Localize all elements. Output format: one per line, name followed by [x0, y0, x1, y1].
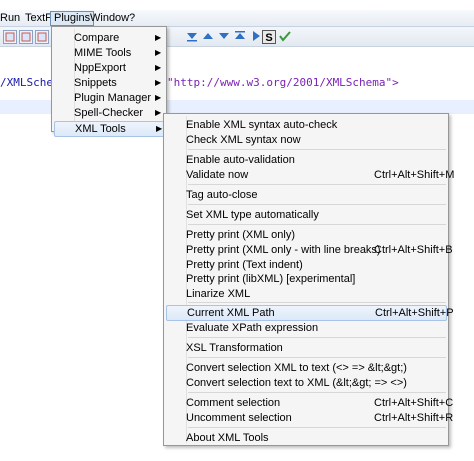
submenu-arrow-icon: ▶ — [156, 124, 163, 133]
menu-item-label: NppExport — [74, 62, 126, 74]
record-macro-icon — [21, 32, 31, 42]
menu-item-label: Convert selection XML to text (<> => &lt… — [186, 362, 407, 374]
menu-item-label: XML Tools — [75, 123, 126, 135]
menu-separator — [188, 357, 446, 358]
menu-item-label: Evaluate XPath expression — [186, 322, 319, 334]
menu-item-label: Enable auto-validation — [186, 154, 295, 166]
xml-tools-menu-item[interactable]: Pretty print (libXML) [experimental] — [166, 271, 447, 287]
menu-item-label: Pretty print (libXML) [experimental] — [186, 273, 356, 285]
app-window: Run TextFX Plugins Window ? S /XMLSchema… — [0, 0, 474, 461]
menu-item-label: Pretty print (XML only - with line break… — [186, 244, 381, 256]
toolbar-button-3[interactable] — [35, 30, 49, 44]
menu-item-label: Validate now — [186, 169, 249, 181]
menu-item-shortcut: Ctrl+Alt+Shift+M — [374, 169, 455, 181]
arrow-down-icon[interactable] — [217, 30, 231, 44]
forward-icon[interactable] — [249, 30, 263, 44]
menu-item-shortcut: Ctrl+Alt+Shift+R — [374, 412, 454, 424]
menubar: Run TextFX Plugins Window ? — [0, 10, 474, 27]
plugins-menu-item[interactable]: Spell-Checker ▶ — [54, 105, 165, 121]
plugins-menu-item[interactable]: Snippets ▶ — [54, 75, 165, 91]
plugins-menu: Compare ▶ MIME Tools ▶ NppExport ▶ Snippets ▶ Pl… — [51, 26, 167, 137]
xml-tools-menu-item[interactable]: Pretty print (XML only) — [166, 227, 447, 243]
xml-tools-menu-item[interactable]: Evaluate XPath expression — [166, 320, 447, 336]
menu-item-label: Compare — [74, 32, 120, 44]
menu-run[interactable]: Run — [0, 11, 23, 26]
xml-tools-menu-item[interactable]: Uncomment selection Ctrl+Alt+Shift+R — [166, 410, 453, 426]
expand-icon[interactable] — [233, 30, 247, 44]
menu-item-label: XSL Transformation — [186, 342, 283, 354]
menu-item-shortcut: Ctrl+Alt+Shift+B — [374, 244, 453, 256]
menu-item-shortcut: Ctrl+Alt+Shift+P — [375, 307, 454, 319]
submenu-arrow-icon: ▶ — [155, 33, 162, 42]
editor-attribute-value: "http://www.w3.org/2001/XMLSchema"> — [167, 76, 399, 89]
xml-tools-menu-item[interactable]: Convert selection text to XML (&lt;&gt; … — [166, 375, 447, 391]
menu-item-label: MIME Tools — [74, 47, 132, 59]
xml-tools-menu-item[interactable]: Tag auto-close — [166, 187, 447, 203]
plugins-menu-item[interactable]: Plugin Manager ▶ — [54, 90, 165, 106]
menu-item-label: Linarize XML — [186, 288, 251, 300]
submenu-arrow-icon: ▶ — [155, 78, 162, 87]
record-macro-icon — [5, 32, 15, 42]
menu-separator — [188, 204, 446, 205]
menu-item-label: Enable XML syntax auto-check — [186, 119, 338, 131]
xml-tools-menu: Enable XML syntax auto-check Check XML sy… — [163, 113, 454, 446]
xml-tools-menu-item[interactable]: Set XML type automatically — [166, 207, 447, 223]
spell-check-button[interactable]: S — [262, 30, 276, 44]
editor-line-right[interactable]: "http://www.w3.org/2001/XMLSchema"> — [167, 76, 399, 90]
submenu-arrow-icon: ▶ — [155, 108, 162, 117]
xml-tools-menu-item[interactable]: Validate now Ctrl+Alt+Shift+M — [166, 167, 454, 183]
xml-tools-menu-item[interactable]: Pretty print (XML only - with line break… — [166, 242, 453, 258]
menu-item-label: Convert selection text to XML (&lt;&gt; … — [186, 377, 407, 389]
xml-tools-menu-item[interactable]: Linarize XML — [166, 286, 447, 302]
submenu-arrow-icon: ▶ — [155, 63, 162, 72]
xml-tools-menu-item[interactable]: Enable auto-validation — [166, 152, 447, 168]
menu-separator — [188, 149, 446, 150]
menu-item-shortcut: Ctrl+Alt+Shift+C — [374, 397, 454, 409]
xml-tools-menu-item[interactable]: Convert selection XML to text (<> => &lt… — [166, 360, 447, 376]
xml-tools-menu-item[interactable]: Current XML Path Ctrl+Alt+Shift+P — [166, 305, 454, 321]
plugins-menu-item[interactable]: XML Tools ▶ — [54, 121, 165, 137]
menu-separator — [188, 224, 446, 225]
menu-item-label: Check XML syntax now — [186, 134, 301, 146]
collapse-icon[interactable] — [185, 30, 199, 44]
submenu-arrow-icon: ▶ — [155, 93, 162, 102]
menu-item-label: Tag auto-close — [186, 189, 258, 201]
xml-tools-menu-item[interactable]: Check XML syntax now — [166, 132, 447, 148]
check-icon[interactable] — [278, 30, 292, 44]
toolbar-button-2[interactable] — [19, 30, 33, 44]
menu-item-label: Spell-Checker — [74, 107, 144, 119]
menu-separator — [188, 427, 446, 428]
menu-item-label: Comment selection — [186, 397, 281, 409]
submenu-arrow-icon: ▶ — [155, 48, 162, 57]
arrow-up-icon[interactable] — [201, 30, 215, 44]
plugins-menu-item[interactable]: Compare ▶ — [54, 30, 165, 46]
menu-item-label: Current XML Path — [187, 307, 275, 319]
menu-item-label: About XML Tools — [186, 432, 269, 444]
xml-tools-menu-item[interactable]: Comment selection Ctrl+Alt+Shift+C — [166, 395, 453, 411]
menu-separator — [188, 302, 446, 303]
playback-macro-icon — [37, 32, 47, 42]
menu-item-label: Uncomment selection — [186, 412, 292, 424]
xml-tools-menu-item[interactable]: Enable XML syntax auto-check — [166, 117, 447, 133]
menu-help[interactable]: ? — [126, 11, 138, 26]
plugins-menu-item[interactable]: NppExport ▶ — [54, 60, 165, 76]
toolbar-button-1[interactable] — [3, 30, 17, 44]
menu-separator — [188, 184, 446, 185]
xml-tools-menu-item[interactable]: XSL Transformation — [166, 340, 447, 356]
menu-item-label: Snippets — [74, 77, 117, 89]
menu-item-label: Plugin Manager — [74, 92, 152, 104]
menu-item-label: Pretty print (XML only) — [186, 229, 296, 241]
menu-item-label: Set XML type automatically — [186, 209, 319, 221]
menu-separator — [188, 392, 446, 393]
plugins-menu-item[interactable]: MIME Tools ▶ — [54, 45, 165, 61]
menu-separator — [188, 337, 446, 338]
xml-tools-menu-item[interactable]: About XML Tools — [166, 430, 447, 446]
